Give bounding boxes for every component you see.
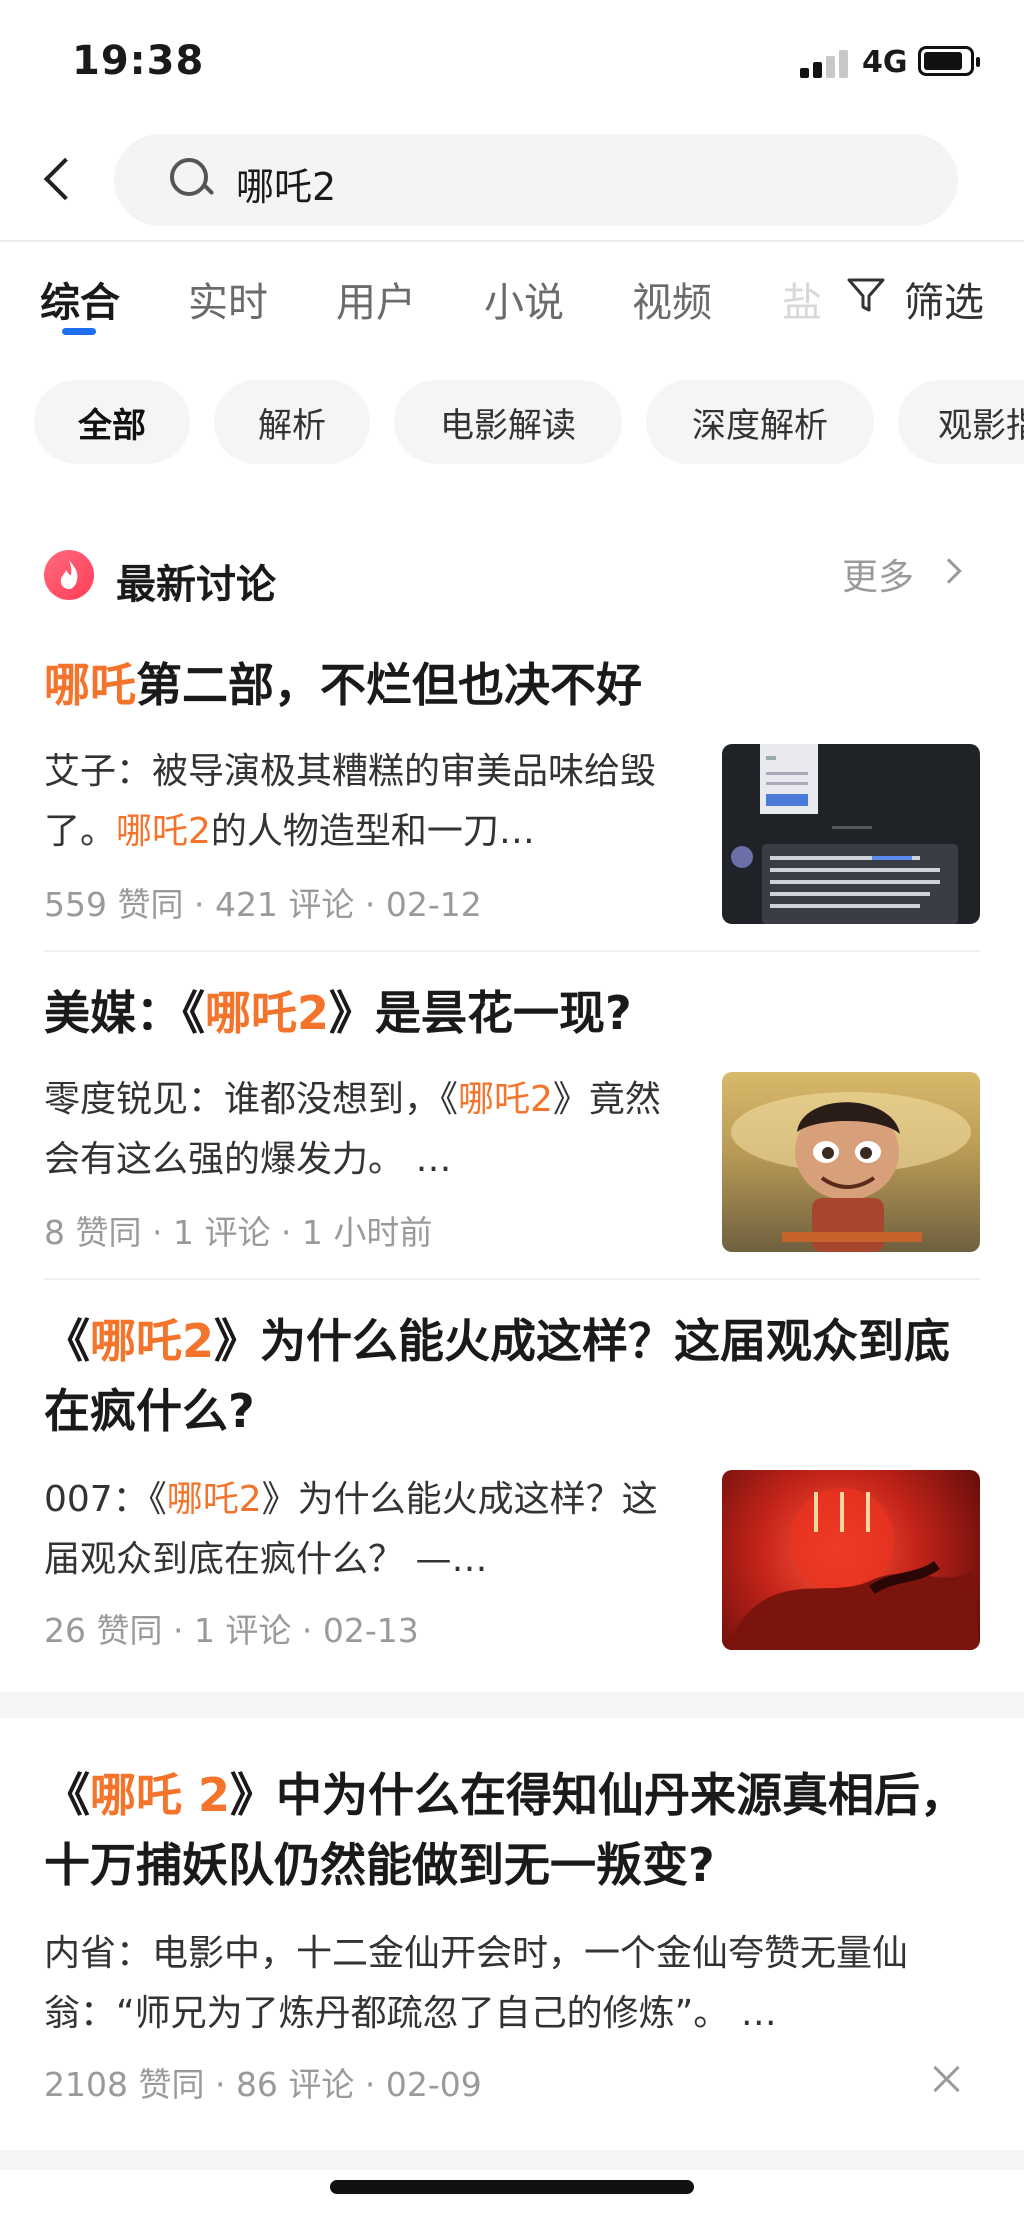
item-meta: 559 赞同 · 421 评论 · 02-12 [44, 885, 482, 924]
category-tabs: 综合 实时 用户 小说 视频 盐 筛选 [0, 244, 1024, 344]
item-meta: 26 赞同 · 1 评论 · 02-13 [44, 1611, 419, 1650]
section-title: 最新讨论 [116, 562, 276, 608]
section-separator [0, 1692, 1024, 1718]
chip-movie-review[interactable]: 电影解读 [394, 380, 622, 464]
item-meta: 8 赞同 · 1 评论 · 1 小时前 [44, 1213, 433, 1252]
item-title[interactable]: 《哪吒 2》中为什么在得知仙丹来源真相后，十万捕妖队仍然能做到无一叛变? [44, 1760, 984, 1900]
search-query[interactable]: 哪吒2 [236, 156, 336, 211]
item-excerpt[interactable]: 艾子：被导演极其糟糕的审美品味给毁了。哪吒2的人物造型和一刀… [44, 742, 684, 862]
search-icon [170, 158, 214, 202]
header-divider [0, 240, 1024, 242]
item-excerpt[interactable]: 零度锐见：谁都没想到，《哪吒2》竟然会有这么强的爆发力。 … [44, 1070, 684, 1190]
tab-realtime[interactable]: 实时 [188, 270, 268, 328]
search-input[interactable]: 哪吒2 [114, 134, 958, 226]
thumbnail[interactable] [722, 744, 980, 924]
tab-comprehensive[interactable]: 综合 [40, 270, 120, 328]
chevron-right-icon[interactable] [936, 558, 962, 584]
topic-chips: 全部 解析 电影解读 深度解析 观影指 [0, 380, 1024, 464]
tab-salt[interactable]: 盐 [782, 270, 822, 328]
filter-label: 筛选 [904, 280, 984, 326]
item-excerpt[interactable]: 内省：电影中，十二金仙开会时，一个金仙夸赞无量仙翁：“师兄为了炼丹都疏忽了自己的… [44, 1924, 984, 2044]
filter-icon [847, 278, 885, 312]
item-title[interactable]: 哪吒第二部，不烂但也决不好 [44, 650, 984, 720]
more-link[interactable]: 更多 [842, 548, 914, 600]
battery-icon [918, 46, 980, 76]
tab-videos[interactable]: 视频 [632, 270, 712, 328]
item-title[interactable]: 美媒：《哪吒2》是昙花一现? [44, 978, 984, 1048]
chip-analysis[interactable]: 解析 [214, 380, 370, 464]
item-meta: 2108 赞同 · 86 评论 · 02-09 [44, 2065, 482, 2104]
back-icon[interactable] [36, 150, 76, 210]
section-separator [0, 2150, 1024, 2170]
chip-deep-analysis[interactable]: 深度解析 [646, 380, 874, 464]
thumbnail[interactable] [722, 1470, 980, 1650]
home-indicator[interactable] [330, 2180, 694, 2194]
network-type: 4G [862, 45, 908, 80]
item-divider [44, 1278, 980, 1280]
close-icon[interactable] [930, 2062, 964, 2096]
tab-novels[interactable]: 小说 [484, 270, 564, 328]
thumbnail[interactable] [722, 1072, 980, 1252]
chip-all[interactable]: 全部 [34, 380, 190, 464]
chip-viewing[interactable]: 观影指 [898, 380, 1024, 464]
active-tab-indicator [62, 328, 96, 335]
tab-users[interactable]: 用户 [336, 270, 416, 328]
item-divider [44, 950, 980, 952]
item-title[interactable]: 《哪吒2》为什么能火成这样？这届观众到底在疯什么? [44, 1306, 984, 1446]
item-excerpt[interactable]: 007：《哪吒2》为什么能火成这样？这届观众到底在疯什么？ —… [44, 1470, 684, 1590]
signal-icon [800, 48, 850, 78]
status-bar: 19:38 4G [0, 0, 1024, 120]
fire-icon [44, 550, 94, 600]
status-time: 19:38 [72, 38, 205, 84]
